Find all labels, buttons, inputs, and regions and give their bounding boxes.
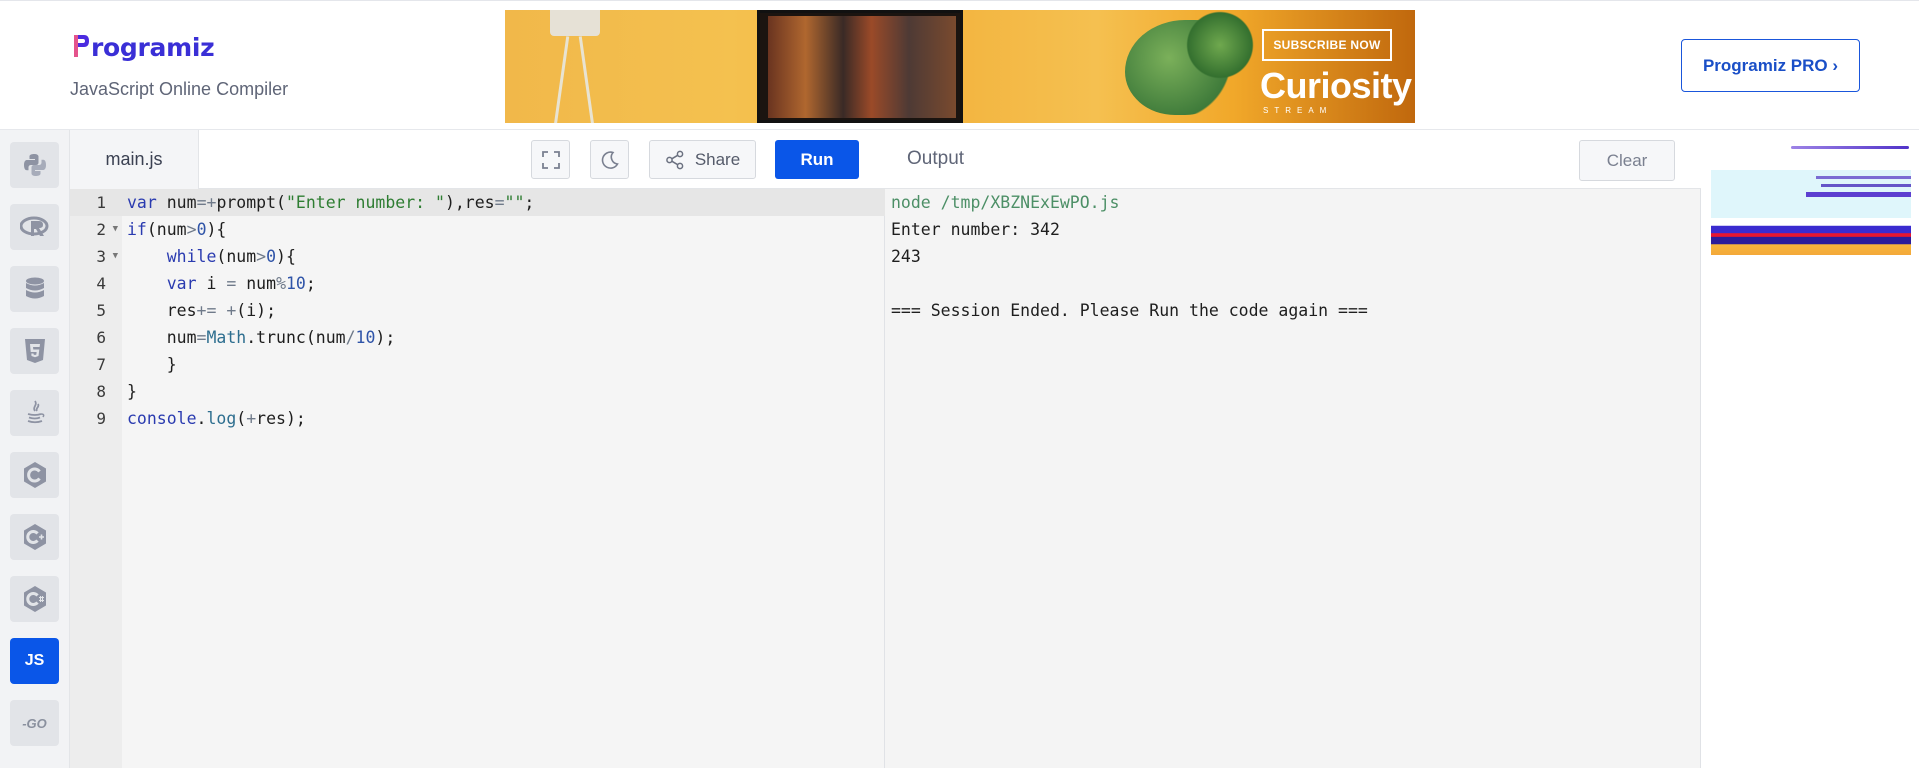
code-line[interactable]: } (127, 378, 137, 405)
output-pane: Output Clear node /tmp/XBZNExEwPO.js Ent… (885, 130, 1701, 768)
share-button[interactable]: Share (649, 140, 756, 179)
page-subtitle: JavaScript Online Compiler (70, 79, 289, 99)
python-icon (23, 154, 46, 176)
code-line[interactable]: res+= +(i); (127, 297, 276, 324)
sidebar-item-c[interactable] (10, 452, 59, 498)
ad-poster-image (768, 16, 956, 118)
output-toolbar: Output Clear (885, 130, 1701, 189)
programiz-pro-button[interactable]: Programiz PRO › (1681, 39, 1860, 92)
code-line[interactable]: num=Math.trunc(num/10); (127, 324, 396, 351)
dark-mode-toggle[interactable] (590, 140, 629, 179)
advertisement-banner[interactable]: SUBSCRIBE NOW Curiosity STREAM (505, 10, 1415, 123)
code-line[interactable]: var i = num%10; (127, 270, 316, 297)
ad-graphic (1711, 218, 1911, 255)
ad-lamp-leg (578, 36, 595, 123)
sidebar-item-python[interactable] (10, 142, 59, 188)
line-number: 8 (96, 382, 106, 401)
ad-subscribe-button[interactable]: SUBSCRIBE NOW (1262, 29, 1392, 61)
output-line[interactable]: 243 (891, 243, 921, 270)
output-line[interactable]: Enter number: 342 (891, 216, 1060, 243)
ad-brand-text: Curiosity (1260, 65, 1412, 106)
fold-arrow-icon[interactable]: ▼ (113, 243, 118, 270)
code-line[interactable]: console.log(+res); (127, 405, 306, 432)
code-line[interactable]: if(num>0){ (127, 216, 226, 243)
editor-toolbar: main.js Share Run (70, 130, 885, 189)
sidebar-item-html[interactable] (10, 328, 59, 374)
sidebar-item-r[interactable] (10, 204, 59, 250)
line-number: 6 (96, 328, 106, 347)
javascript-label: JS (24, 652, 45, 669)
moon-icon (601, 150, 619, 169)
sidebar-item-java[interactable] (10, 390, 59, 436)
language-sidebar: JS -GO (0, 130, 70, 768)
line-number: 4 (96, 274, 106, 293)
file-tab-main-js[interactable]: main.js (70, 130, 199, 189)
sidebar-item-csharp[interactable] (10, 576, 59, 622)
run-button[interactable]: Run (775, 140, 859, 179)
ad-lamp-shape (550, 10, 600, 36)
fullscreen-icon (541, 150, 560, 169)
code-line[interactable]: } (127, 351, 177, 378)
ad-brand-subtext: STREAM (1263, 106, 1333, 115)
c-icon (23, 462, 46, 488)
go-label: -GO (22, 715, 47, 731)
clear-button[interactable]: Clear (1579, 140, 1675, 181)
ad-graphic (1711, 170, 1911, 218)
output-command-line[interactable]: node /tmp/XBZNExEwPO.js (891, 189, 1119, 216)
code-editor-pane: main.js Share Run 1 2 ▼ 3 ▼ 4 5 6 7 8 9 … (70, 130, 885, 768)
line-number: 3 ▼ (70, 243, 122, 270)
sidebar-item-go[interactable]: -GO (10, 700, 59, 746)
sidebar-item-javascript[interactable]: JS (10, 638, 59, 684)
fold-arrow-icon[interactable]: ▼ (113, 216, 118, 243)
line-number: 5 (96, 301, 106, 320)
line-number: 9 (96, 409, 106, 428)
csharp-icon (23, 586, 46, 612)
fullscreen-button[interactable] (531, 140, 570, 179)
html5-icon (24, 339, 45, 363)
sidebar-advertisement[interactable] (1711, 140, 1911, 255)
ad-plant-image (1185, 10, 1255, 80)
share-icon (665, 150, 684, 169)
database-icon (25, 277, 44, 299)
header: rogramiz JavaScript Online Compiler SUBS… (0, 0, 1919, 130)
programiz-logo[interactable]: rogramiz (72, 33, 215, 62)
ad-graphic (1711, 140, 1911, 170)
logo-text: rogramiz (91, 33, 215, 62)
ad-lamp-leg (553, 36, 570, 123)
sidebar-item-cpp[interactable] (10, 514, 59, 560)
cpp-icon (23, 524, 46, 550)
line-number: 1 (96, 193, 106, 212)
share-label: Share (694, 149, 741, 169)
line-number: 2 ▼ (70, 216, 122, 243)
code-line[interactable]: while(num>0){ (127, 243, 296, 270)
output-title: Output (907, 148, 965, 169)
r-icon (19, 216, 48, 236)
line-number: 7 (96, 355, 106, 374)
sidebar-item-sql[interactable] (10, 266, 59, 312)
code-line[interactable]: var num=+prompt("Enter number: "),res=""… (127, 189, 534, 216)
java-icon (27, 400, 44, 424)
programiz-logo-icon (72, 33, 90, 59)
output-session-ended-line[interactable]: === Session Ended. Please Run the code a… (891, 297, 1368, 324)
ad-poster-frame (757, 10, 963, 123)
